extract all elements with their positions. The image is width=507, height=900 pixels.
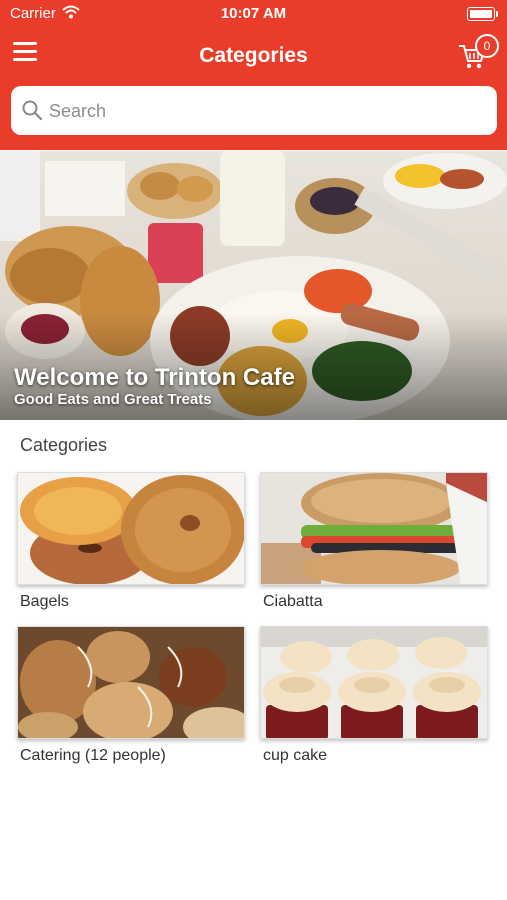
category-card-catering[interactable]: Catering (12 people): [17, 626, 245, 766]
search-icon: [22, 100, 43, 121]
top-bar: Carrier 10:07 AM Categories 0: [0, 0, 507, 150]
status-time: 10:07 AM: [220, 5, 287, 22]
category-card-ciabatta[interactable]: Ciabatta: [260, 472, 488, 612]
catering-image: [18, 627, 244, 738]
hero-subtitle: Good Eats and Great Treats: [14, 391, 212, 408]
status-bar: Carrier 10:07 AM: [0, 0, 507, 28]
category-thumbnail: [260, 626, 488, 739]
cart-button[interactable]: 0: [457, 34, 499, 72]
category-label: Catering (12 people): [20, 747, 166, 764]
cart-count-badge: 0: [475, 34, 499, 58]
search-input[interactable]: [47, 94, 491, 128]
cupcake-image: [261, 627, 487, 738]
ciabatta-image: [261, 473, 487, 584]
hero-banner: Welcome to Trinton Cafe Good Eats and Gr…: [0, 151, 507, 420]
category-label: cup cake: [263, 747, 328, 764]
category-card-cupcake[interactable]: cup cake: [260, 626, 488, 766]
category-thumbnail: [17, 472, 245, 585]
category-thumbnail: [17, 626, 245, 739]
hero-title: Welcome to Trinton Cafe: [14, 364, 295, 391]
bagels-image: [18, 473, 244, 584]
section-title: Categories: [20, 435, 108, 455]
search-bar[interactable]: [11, 86, 497, 135]
nav-bar: Categories 0: [0, 30, 507, 80]
page-title: Categories: [199, 44, 308, 67]
category-card-bagels[interactable]: Bagels: [17, 472, 245, 612]
battery-icon: [467, 7, 498, 21]
category-thumbnail: [260, 472, 488, 585]
category-label: Ciabatta: [263, 593, 323, 610]
category-label: Bagels: [20, 593, 69, 610]
